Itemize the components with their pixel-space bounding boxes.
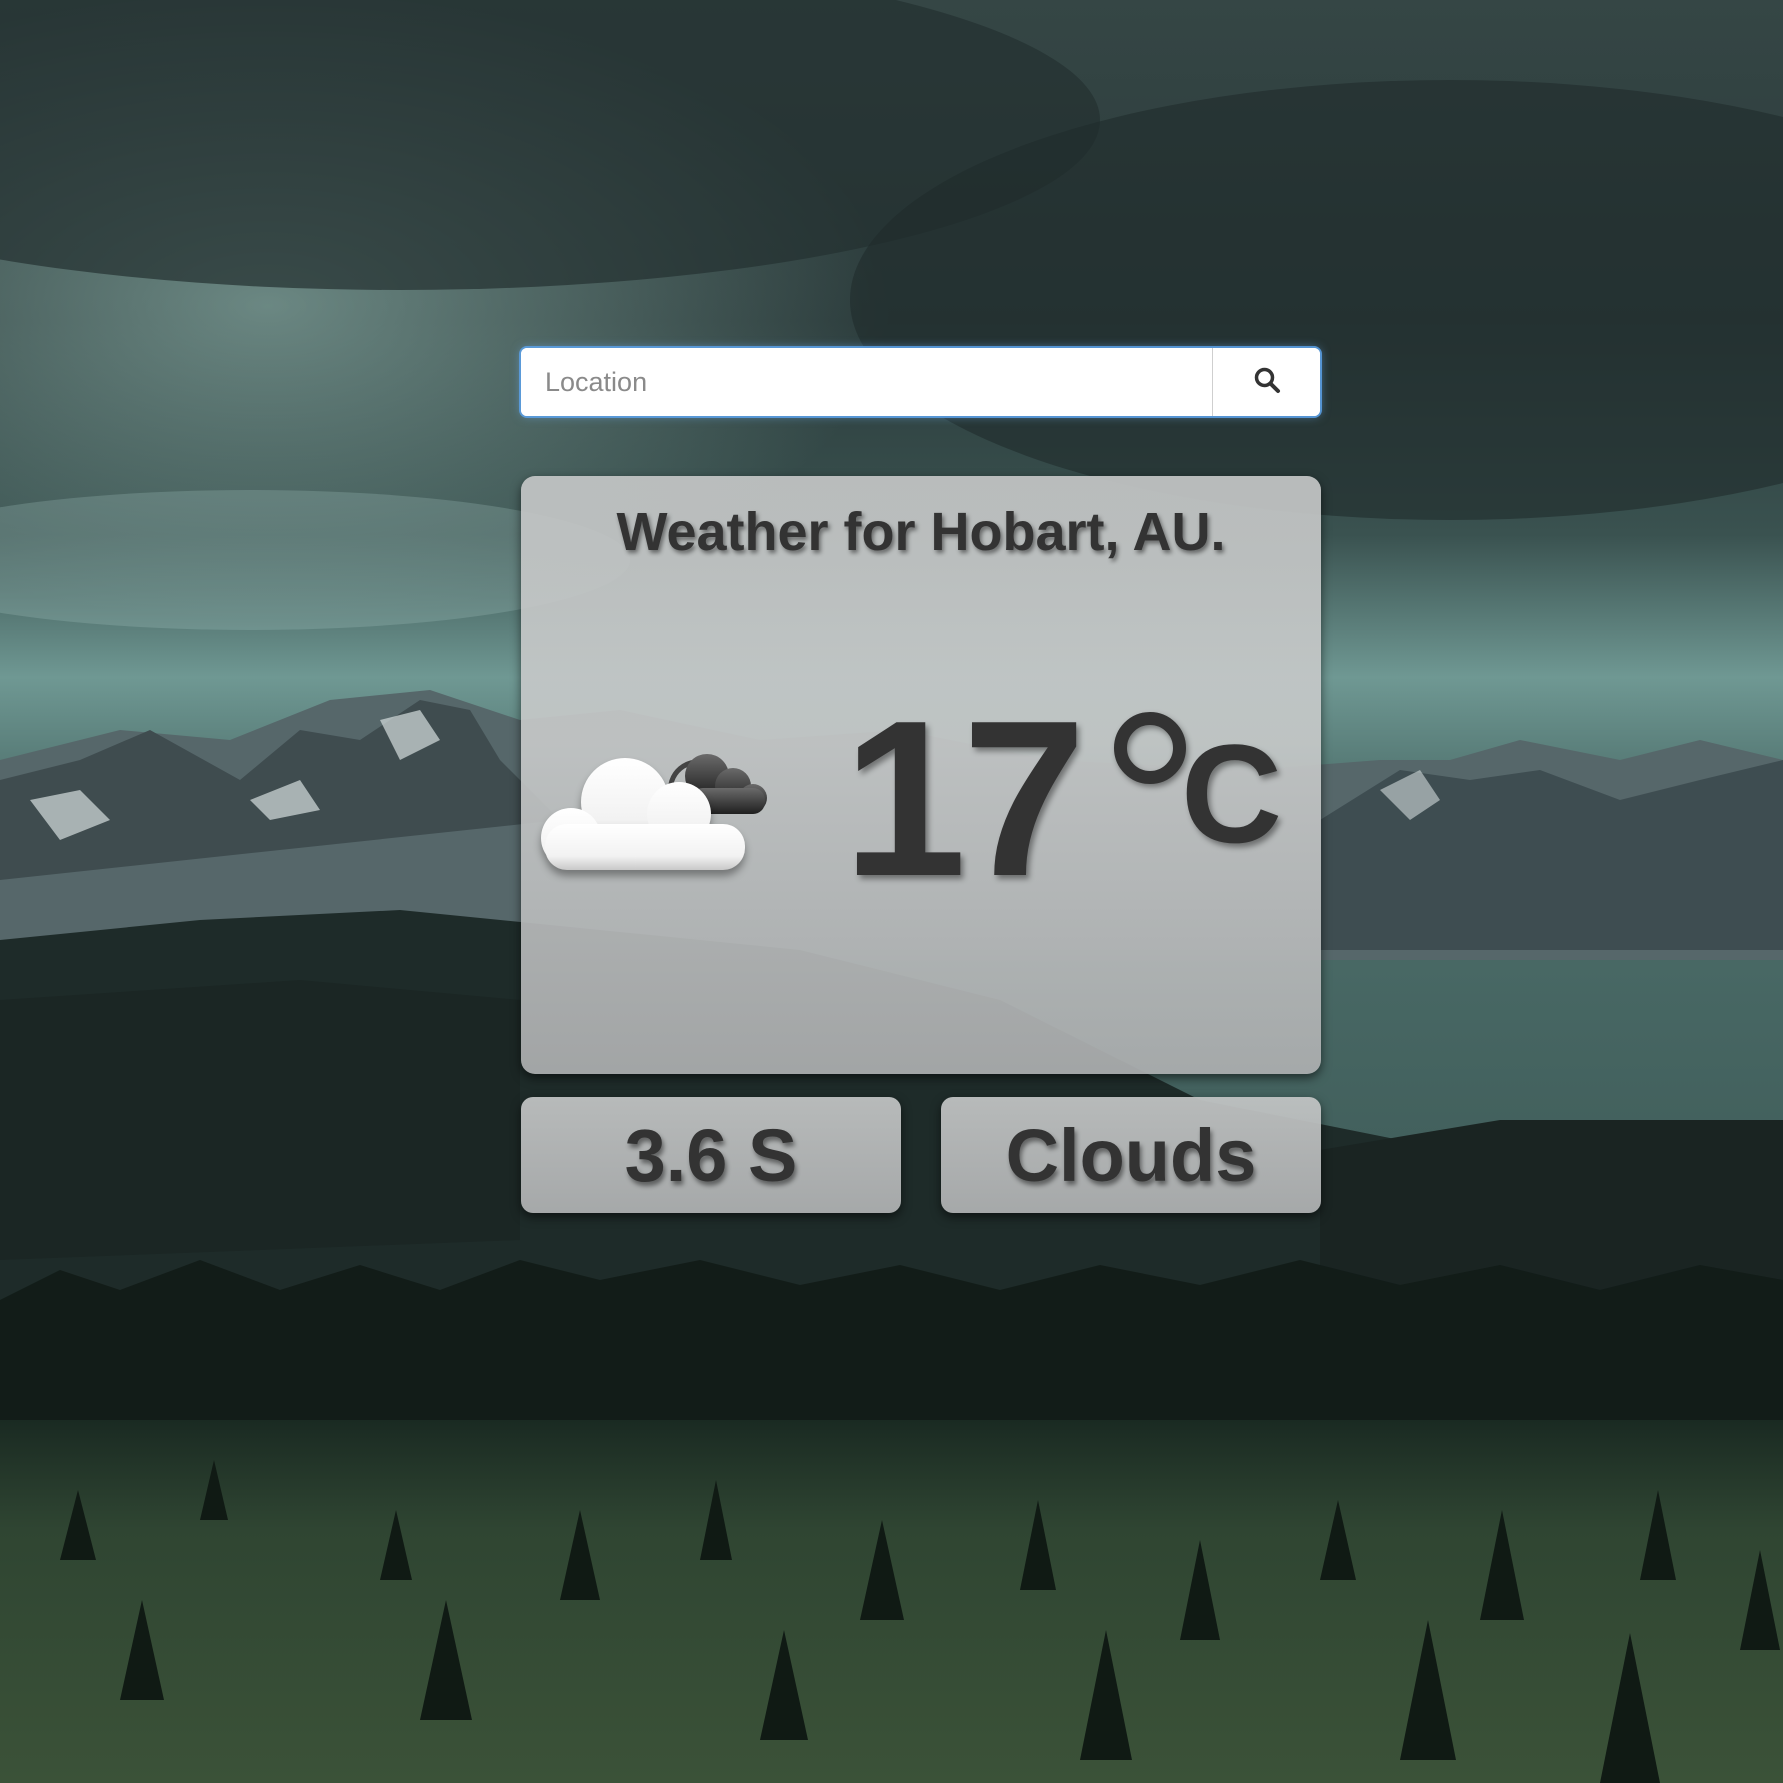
degree-symbol	[1114, 712, 1186, 784]
weather-title: Weather for Hobart, AU.	[616, 502, 1226, 562]
wind-value: 3.6 S	[624, 1113, 798, 1197]
condition-value: Clouds	[1005, 1113, 1257, 1197]
condition-card: Clouds	[941, 1097, 1321, 1213]
location-search-input[interactable]	[521, 348, 1212, 416]
search-button[interactable]	[1212, 348, 1320, 416]
partly-cloudy-icon	[531, 734, 771, 884]
wind-card: 3.6 S	[521, 1097, 901, 1213]
location-search-bar	[521, 348, 1320, 416]
weather-card: Weather for Hobart, AU. 17 C	[521, 476, 1321, 1074]
temperature-unit: C	[1181, 715, 1283, 872]
temperature-value: 17	[843, 675, 1086, 923]
search-icon	[1253, 366, 1281, 399]
